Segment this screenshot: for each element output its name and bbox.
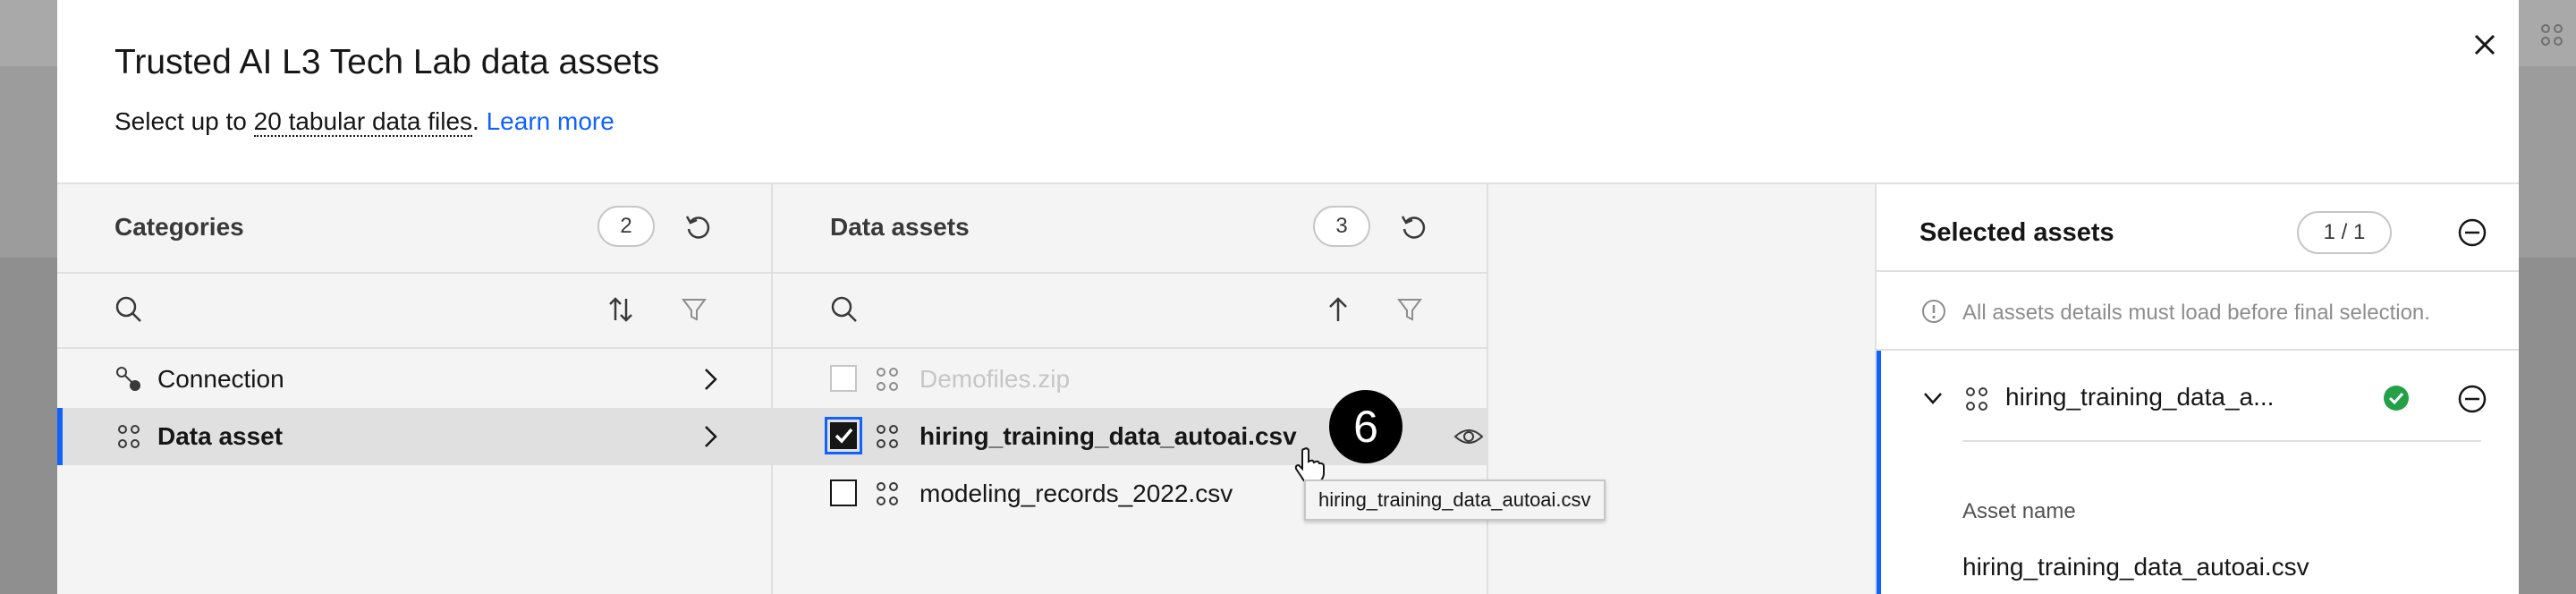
collapse-button[interactable] — [1919, 385, 1946, 412]
modal-header: Trusted AI L3 Tech Lab data assets Selec… — [57, 0, 2519, 184]
remove-all-button[interactable] — [2456, 216, 2488, 249]
subtract-circle-icon — [2458, 218, 2487, 247]
refresh-icon — [685, 216, 710, 239]
sort-categories-button[interactable] — [603, 292, 639, 327]
checkmark-icon — [835, 428, 853, 444]
refresh-data-assets-button[interactable] — [1395, 209, 1431, 245]
search-icon — [115, 296, 141, 322]
categories-title: Categories — [114, 213, 244, 241]
asset-label: modeling_records_2022.csv — [919, 479, 1233, 507]
divider — [1962, 440, 2481, 442]
preview-button[interactable] — [1453, 420, 1485, 453]
search-icon — [831, 296, 857, 322]
asset-label: hiring_training_data_autoai.csv — [919, 422, 1297, 450]
selected-assets-notice: All assets details must load before fina… — [1877, 272, 2519, 351]
subtitle-period: . — [472, 107, 479, 135]
category-row-data-asset[interactable]: Data asset — [57, 408, 771, 465]
categories-header: Categories 2 — [57, 184, 771, 274]
close-icon — [2474, 34, 2496, 55]
asset-label: Demofiles.zip — [919, 365, 1071, 393]
search-categories-button[interactable] — [111, 292, 147, 327]
asset-checkbox[interactable] — [825, 417, 862, 454]
eye-icon — [1453, 429, 1484, 444]
categories-panel: Categories 2 Connection Data asset — [57, 184, 773, 594]
data-assets-header: Data assets 3 — [773, 184, 1487, 274]
subtract-circle-icon — [2458, 385, 2487, 413]
data-assets-panel: Data assets 3 Demofiles.zip hiring_train… — [773, 184, 1488, 594]
data-asset-icon — [873, 365, 902, 394]
chevron-right-icon — [694, 363, 726, 395]
empty-column — [1488, 184, 1875, 594]
category-label: Connection — [157, 365, 284, 393]
data-asset-icon — [114, 422, 143, 451]
learn-more-link[interactable]: Learn more — [487, 107, 614, 135]
remove-asset-button[interactable] — [2456, 383, 2488, 415]
asset-checkbox[interactable] — [830, 479, 857, 506]
data-asset-icon — [873, 422, 902, 451]
filter-categories-button[interactable] — [676, 292, 712, 327]
asset-checkbox — [830, 365, 857, 392]
step-badge: 6 — [1329, 390, 1402, 463]
sort-ascending-icon — [1329, 297, 1347, 321]
data-assets-toolbar — [773, 274, 1487, 349]
modal-title: Trusted AI L3 Tech Lab data assets — [114, 43, 660, 81]
category-row-connection[interactable]: Connection — [57, 351, 771, 408]
selected-assets-panel: Selected assets 1 / 1 All assets details… — [1875, 184, 2519, 594]
asset-name-label: Asset name — [1962, 499, 2076, 523]
categories-count: 2 — [597, 206, 655, 247]
selected-asset-item: hiring_training_data_a... Asset name hir… — [1877, 351, 2519, 594]
refresh-categories-button[interactable] — [680, 209, 716, 245]
category-label: Data asset — [157, 422, 284, 450]
sort-data-assets-button[interactable] — [1320, 292, 1356, 327]
filename-tooltip: hiring_training_data_autoai.csv — [1304, 479, 1606, 521]
categories-toolbar — [57, 274, 771, 349]
checkmark-filled-icon — [2383, 385, 2410, 412]
search-data-assets-button[interactable] — [826, 292, 862, 327]
filter-icon — [682, 299, 707, 321]
data-assets-count: 3 — [1313, 206, 1370, 247]
data-asset-icon — [1962, 385, 1991, 413]
modal-subtitle: Select up to 20 tabular data files. Lear… — [114, 107, 614, 137]
data-asset-icon — [873, 479, 902, 508]
sort-icon — [609, 297, 632, 322]
tabular-files-definition[interactable]: 20 tabular data files — [253, 107, 473, 137]
chevron-down-icon — [1924, 393, 1942, 404]
subtitle-text: Select up to — [114, 107, 254, 135]
refresh-icon — [1401, 216, 1426, 239]
notice-text: All assets details must load before fina… — [1962, 301, 2430, 325]
selected-assets-header: Selected assets 1 / 1 — [1877, 184, 2519, 272]
selected-assets-count: 1 / 1 — [2297, 211, 2392, 254]
selected-assets-title: Selected assets — [1919, 218, 2114, 247]
filter-data-assets-button[interactable] — [1392, 292, 1428, 327]
chevron-right-icon — [694, 420, 726, 453]
close-button[interactable] — [2463, 23, 2506, 66]
asset-name-value: hiring_training_data_autoai.csv — [1962, 553, 2309, 581]
warning-icon — [1919, 297, 1948, 326]
selected-asset-name: hiring_training_data_a... — [2005, 383, 2275, 411]
data-assets-title: Data assets — [830, 213, 970, 241]
connection-icon — [114, 365, 143, 394]
background-apps-icon — [2538, 21, 2565, 48]
filter-icon — [1397, 299, 1422, 321]
asset-picker-modal: Trusted AI L3 Tech Lab data assets Selec… — [57, 0, 2519, 594]
